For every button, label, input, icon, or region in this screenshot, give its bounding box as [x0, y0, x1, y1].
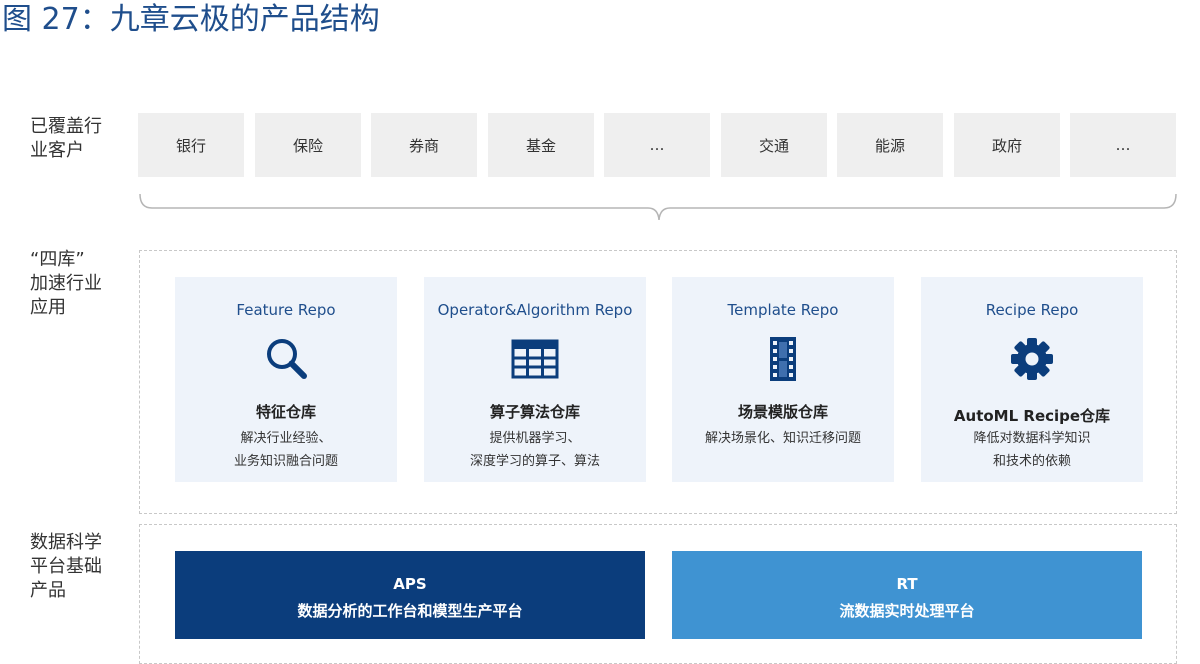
apps-row-label-line: 应用: [30, 297, 66, 318]
repo-description-line: 和技术的依赖: [992, 454, 1071, 469]
repo-title: Recipe Repo: [985, 301, 1079, 319]
platform-name: RT: [896, 575, 918, 593]
repo-description: 解决行业经验、 业务知识融合问题: [175, 427, 397, 473]
customer-tile: 保险: [255, 113, 361, 177]
customer-tile: 政府: [954, 113, 1060, 177]
repo-card-operator-algorithm: Operator&Algorithm Repo 算子算法仓库 提供机器学习、 深…: [424, 277, 646, 482]
platform-row-label-line: 数据科学: [30, 532, 102, 553]
repo-title: Operator&Algorithm Repo: [437, 301, 633, 319]
figure-title: 图 27：九章云极的产品结构: [2, 2, 380, 37]
customer-tile: 银行: [138, 113, 244, 177]
repo-name: 场景模版仓库: [737, 403, 828, 421]
repo-title: Template Repo: [727, 301, 839, 319]
repo-card-template: Template Repo 场景模版仓库 解决场景化、知识迁移问题: [672, 277, 894, 482]
repo-description: 降低对数据科学知识 和技术的依赖: [921, 427, 1143, 473]
repo-description: 解决场景化、知识迁移问题: [672, 427, 894, 450]
customer-industries: 银行 保险 券商 基金 … 交通 能源 政府 …: [138, 113, 1178, 177]
repo-card-recipe: Recipe Repo AutoML Recipe仓库 降低对数据科学知识 和技…: [921, 277, 1143, 482]
customers-row-label: 已覆盖行 业客户: [30, 115, 102, 163]
customer-tile: 基金: [488, 113, 594, 177]
brace-connector: [139, 193, 1177, 221]
repo-description-line: 解决行业经验、: [240, 431, 332, 446]
repo-name: AutoML Recipe仓库: [953, 407, 1111, 425]
apps-row-label: “四库” 加速行业 应用: [30, 248, 102, 320]
platform-description: 数据分析的工作台和模型生产平台: [297, 602, 523, 620]
customer-tile: …: [604, 113, 710, 177]
customer-tile: …: [1070, 113, 1176, 177]
repo-description-line: 业务知识融合问题: [233, 454, 338, 469]
customer-tile: 交通: [721, 113, 827, 177]
platform-aps: APS 数据分析的工作台和模型生产平台: [175, 551, 645, 639]
repo-name: 算子算法仓库: [489, 403, 580, 421]
gear-icon: [1011, 338, 1053, 380]
grid-icon: [511, 339, 559, 379]
customers-row-label-line: 业客户: [30, 140, 84, 161]
platform-row-label-line: 平台基础: [30, 556, 102, 577]
platform-row-label-line: 产品: [30, 580, 66, 601]
platform-name: APS: [393, 575, 427, 593]
repo-description-line: 降低对数据科学知识: [973, 431, 1091, 446]
customer-tile: 能源: [837, 113, 943, 177]
search-icon: [267, 339, 307, 379]
customers-row-label-line: 已覆盖行: [30, 116, 102, 137]
repo-description: 提供机器学习、 深度学习的算子、算法: [424, 427, 646, 473]
platform-row-label: 数据科学 平台基础 产品: [30, 531, 102, 603]
repo-title: Feature Repo: [236, 301, 336, 319]
customer-tile: 券商: [371, 113, 477, 177]
apps-row-label-line: 加速行业: [30, 273, 102, 294]
film-icon: [770, 337, 796, 381]
repo-card-feature: Feature Repo 特征仓库 解决行业经验、 业务知识融合问题: [175, 277, 397, 482]
platform-description: 流数据实时处理平台: [839, 602, 975, 620]
repo-description-line: 解决场景化、知识迁移问题: [704, 431, 861, 446]
platform-rt: RT 流数据实时处理平台: [672, 551, 1142, 639]
repo-name: 特征仓库: [255, 403, 316, 421]
repo-description-line: 深度学习的算子、算法: [469, 454, 600, 469]
repo-description-line: 提供机器学习、: [489, 431, 581, 446]
apps-row-label-line: “四库”: [30, 249, 85, 270]
